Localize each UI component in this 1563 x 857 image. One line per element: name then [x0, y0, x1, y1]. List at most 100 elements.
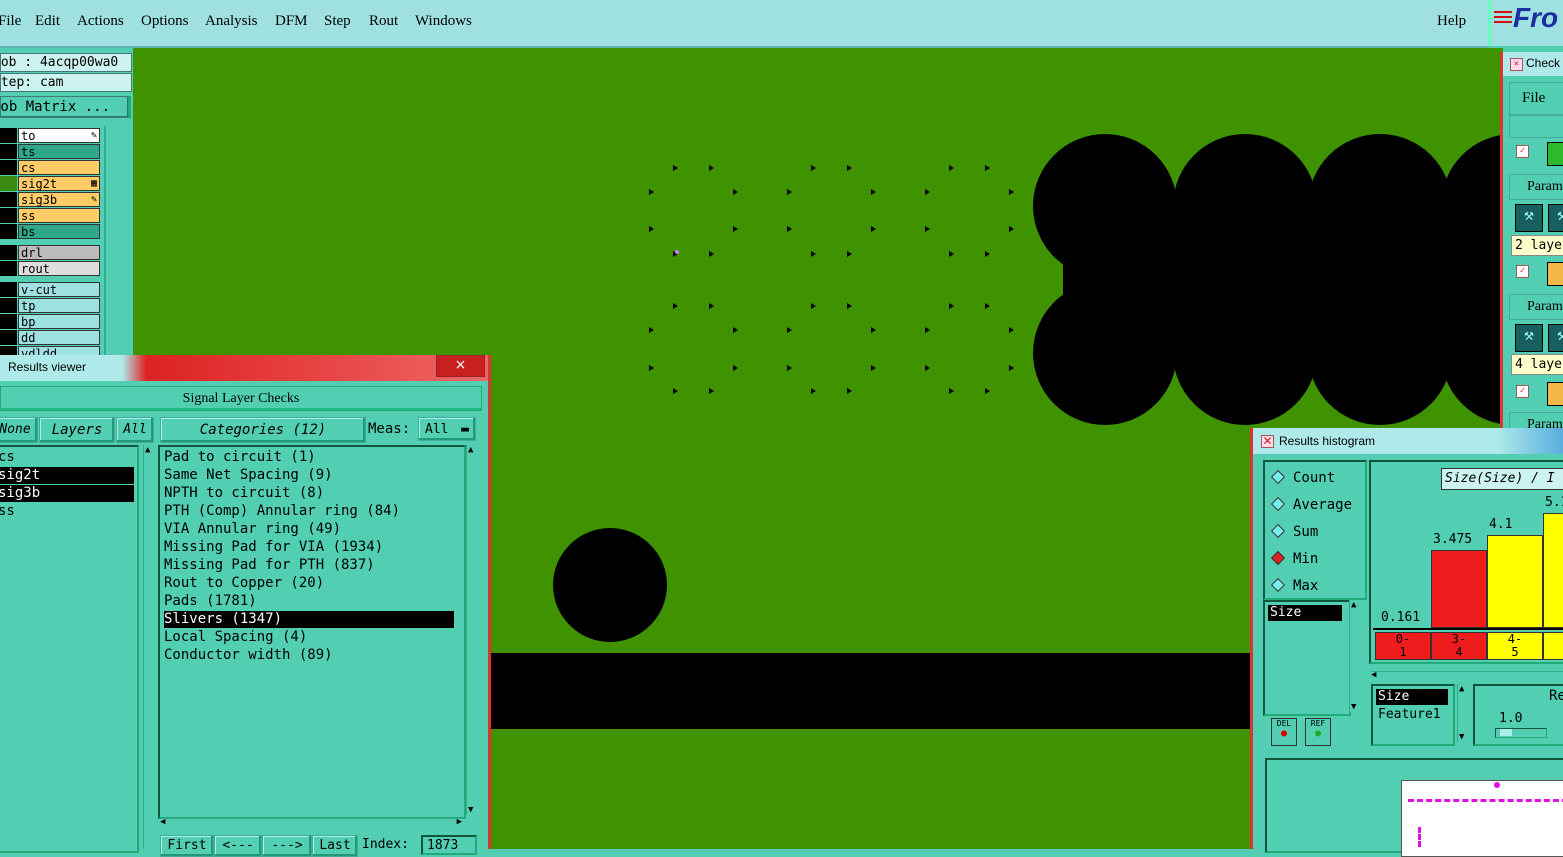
chart-h-scrollbar[interactable]: ◀ — [1371, 670, 1563, 682]
ref-button[interactable]: REF ● — [1305, 718, 1331, 746]
action-icon[interactable] — [1547, 142, 1563, 166]
action-icon[interactable] — [1547, 262, 1563, 286]
menu-step[interactable]: Step — [324, 13, 351, 30]
menu-windows[interactable]: Windows — [415, 13, 472, 30]
category-item[interactable]: Local Spacing (4) — [164, 629, 307, 646]
slider-thumb[interactable] — [1500, 729, 1512, 736]
scroll-down-icon: ▼ — [468, 805, 474, 815]
tool-icon[interactable]: ⚒ — [1515, 204, 1543, 232]
attribute-scrollbar[interactable]: ▲ ▼ — [1349, 600, 1362, 712]
layer-item[interactable]: sig2t ▦ — [0, 176, 101, 191]
field-scrollbar[interactable]: ▲ ▼ — [1457, 684, 1470, 742]
bar-value-label: 4.1 — [1489, 517, 1513, 533]
category-listbox[interactable]: Pad to circuit (1) Same Net Spacing (9) NP… — [158, 445, 466, 819]
layer-item[interactable]: ts — [0, 144, 101, 159]
layer-item[interactable]: v-cut — [0, 282, 101, 297]
layer-item[interactable]: tp — [0, 298, 101, 313]
category-item[interactable]: Pads (1781) — [164, 593, 257, 610]
menu-rout[interactable]: Rout — [369, 13, 398, 30]
menu-help[interactable]: Help — [1437, 13, 1466, 30]
close-button[interactable]: × — [436, 355, 485, 377]
prev-button[interactable]: <--- — [214, 835, 262, 857]
radio-average[interactable]: Average — [1270, 496, 1352, 513]
scale-slider[interactable] — [1495, 728, 1547, 738]
none-button[interactable]: None — [0, 417, 38, 443]
layer-item[interactable]: sig3b ✎ — [0, 192, 101, 207]
layer-scrollbar[interactable] — [104, 126, 133, 358]
category-item[interactable]: Rout to Copper (20) — [164, 575, 324, 592]
tool-icon[interactable]: ⚒ — [1548, 324, 1563, 352]
menu-file[interactable]: File — [1522, 90, 1545, 107]
list-item[interactable]: sig3b — [0, 485, 134, 502]
bar-value-label: 5.1 — [1545, 494, 1563, 510]
category-h-scrollbar[interactable]: ◀ ▶ — [160, 817, 462, 831]
list-item[interactable]: Size — [1376, 689, 1448, 705]
menu-analysis[interactable]: Analysis — [205, 13, 258, 30]
category-item[interactable]: Slivers (1347) — [164, 611, 454, 628]
meas-select[interactable]: All ▬ — [418, 417, 476, 441]
first-button[interactable]: First — [160, 835, 214, 857]
menu-file[interactable]: File — [0, 13, 21, 30]
all-button[interactable]: All — [116, 417, 154, 443]
layer-list-scrollbar[interactable]: ▲ — [143, 445, 156, 849]
action-icon[interactable] — [1547, 382, 1563, 406]
list-item[interactable]: Size — [1268, 605, 1342, 621]
params-row[interactable]: Param — [1509, 294, 1563, 320]
radio-max[interactable]: Max — [1270, 577, 1318, 594]
category-list-scrollbar[interactable]: ▲ ▼ — [466, 445, 479, 815]
layer-item[interactable]: to ✎ — [0, 128, 101, 143]
category-item[interactable]: NPTH to circuit (8) — [164, 485, 324, 502]
menu-dfm[interactable]: DFM — [275, 13, 308, 30]
layer-item[interactable]: cs — [0, 160, 101, 175]
scroll-up-icon: ▲ — [468, 445, 474, 455]
histogram-bar[interactable] — [1487, 535, 1543, 628]
category-item[interactable]: Missing Pad for PTH (837) — [164, 557, 375, 574]
index-label: Index: — [362, 837, 409, 852]
checkbox-icon[interactable]: ✓ — [1516, 265, 1529, 278]
list-item[interactable]: cs — [0, 449, 15, 466]
layer-item[interactable]: bp — [0, 314, 101, 329]
category-item[interactable]: Conductor width (89) — [164, 647, 333, 664]
tool-icon[interactable]: ⚒ — [1548, 204, 1563, 232]
layer-listbox[interactable]: cs sig2t sig3b ss — [0, 445, 139, 853]
layers-button[interactable]: Layers — [39, 417, 115, 443]
category-item[interactable]: Same Net Spacing (9) — [164, 467, 333, 484]
job-matrix-button[interactable]: Job Matrix ... — [0, 96, 131, 118]
layer-item[interactable]: rout — [0, 261, 101, 276]
layer-item[interactable]: dd — [0, 330, 101, 345]
category-item[interactable]: PTH (Comp) Annular ring (84) — [164, 503, 400, 520]
del-button[interactable]: DEL ● — [1271, 718, 1297, 746]
tool-icon[interactable]: ⚒ — [1515, 324, 1543, 352]
job-field: Job : 4acqp00wa0 — [0, 53, 132, 72]
attribute-listbox[interactable]: Size — [1263, 600, 1351, 716]
categories-button[interactable]: Categories (12) — [160, 417, 366, 443]
histogram-bar[interactable] — [1543, 512, 1563, 628]
radio-min[interactable]: Min — [1270, 550, 1318, 567]
menu-actions[interactable]: Actions — [77, 13, 124, 30]
check-titlebar[interactable]: ✕ Check — [1503, 52, 1563, 76]
category-item[interactable]: VIA Annular ring (49) — [164, 521, 341, 538]
field-listbox[interactable]: Size Feature1 — [1371, 684, 1455, 746]
layer-item[interactable]: drl — [0, 245, 101, 260]
histogram-bar[interactable] — [1431, 549, 1487, 628]
list-item[interactable]: sig2t — [0, 467, 134, 484]
last-button[interactable]: Last — [312, 835, 358, 857]
index-field[interactable]: 1873 — [421, 835, 477, 855]
sliver-marker — [673, 303, 678, 309]
menu-edit[interactable]: Edit — [35, 13, 60, 30]
radio-sum[interactable]: Sum — [1270, 523, 1318, 540]
list-item[interactable]: ss — [0, 503, 15, 520]
menu-options[interactable]: Options — [141, 13, 189, 30]
next-button[interactable]: ---> — [262, 835, 312, 857]
list-item[interactable]: Feature1 — [1376, 707, 1441, 723]
histogram-titlebar[interactable]: ✕ Results histogram — [1253, 428, 1563, 454]
checkbox-icon[interactable]: ✓ — [1516, 385, 1529, 398]
radio-count[interactable]: Count — [1270, 469, 1335, 486]
category-item[interactable]: Pad to circuit (1) — [164, 449, 316, 466]
results-viewer-titlebar[interactable]: Results viewer × — [0, 355, 488, 381]
layer-item[interactable]: bs — [0, 224, 101, 239]
checkbox-icon[interactable]: ✓ — [1516, 145, 1529, 158]
params-row[interactable]: Param — [1509, 174, 1563, 200]
layer-item[interactable]: ss — [0, 208, 101, 223]
category-item[interactable]: Missing Pad for VIA (1934) — [164, 539, 383, 556]
